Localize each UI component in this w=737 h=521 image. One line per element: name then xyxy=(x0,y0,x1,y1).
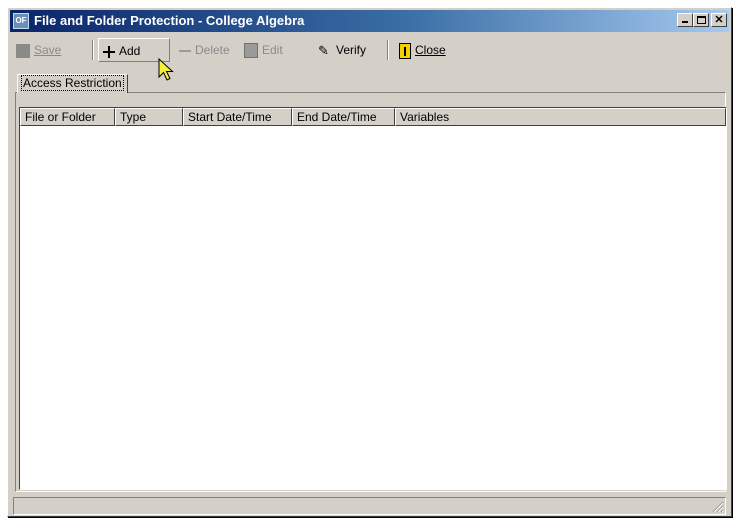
close-label: Close xyxy=(415,43,446,57)
column-header-end-date-time[interactable]: End Date/Time xyxy=(292,108,395,126)
close-button[interactable]: Close xyxy=(395,38,450,62)
minimize-button[interactable] xyxy=(677,13,693,27)
column-header-start-date-time[interactable]: Start Date/Time xyxy=(183,108,292,126)
verify-icon: ✎ xyxy=(318,42,329,58)
minus-icon xyxy=(179,45,191,57)
tab-panel: File or Folder Type Start Date/Time End … xyxy=(15,92,727,492)
minimize-icon xyxy=(682,21,688,23)
verify-button[interactable]: ✎ Verify xyxy=(314,38,370,62)
status-bar xyxy=(13,497,726,515)
window-title: File and Folder Protection - College Alg… xyxy=(34,13,305,28)
save-button[interactable]: Save xyxy=(12,38,65,62)
tab-access-restriction[interactable]: Access Restriction xyxy=(17,74,128,93)
toolbar-separator xyxy=(387,40,389,60)
delete-label: Delete xyxy=(195,43,230,57)
tab-label: Access Restriction xyxy=(21,75,124,91)
column-header-variables[interactable]: Variables xyxy=(395,108,726,126)
plus-icon xyxy=(103,45,115,58)
save-label: Save xyxy=(34,43,62,57)
resize-grip-icon[interactable] xyxy=(712,501,724,513)
app-window: OF File and Folder Protection - College … xyxy=(7,7,732,517)
verify-label: Verify xyxy=(336,43,367,57)
app-icon[interactable]: OF xyxy=(13,13,29,29)
close-window-button[interactable]: ✕ xyxy=(711,13,727,27)
edit-button[interactable]: Edit xyxy=(240,38,287,62)
mouse-pointer-icon xyxy=(158,58,174,81)
toolbar: Save Add Delete Edit ✎ Verify Close xyxy=(12,36,727,66)
toolbar-separator xyxy=(92,40,94,60)
column-header-type[interactable]: Type xyxy=(115,108,183,126)
add-label: Add xyxy=(119,44,141,58)
maximize-icon xyxy=(697,16,706,24)
grid-header: File or Folder Type Start Date/Time End … xyxy=(20,108,726,126)
title-bar[interactable]: OF File and Folder Protection - College … xyxy=(10,10,729,32)
column-header-file-or-folder[interactable]: File or Folder xyxy=(20,108,115,126)
edit-label: Edit xyxy=(262,43,283,57)
close-icon: ✕ xyxy=(714,14,724,26)
maximize-button[interactable] xyxy=(693,13,709,27)
save-icon xyxy=(16,43,30,58)
edit-icon xyxy=(244,43,258,59)
delete-button[interactable]: Delete xyxy=(175,38,234,62)
close-door-icon xyxy=(399,42,411,59)
restrictions-grid[interactable]: File or Folder Type Start Date/Time End … xyxy=(19,107,727,490)
